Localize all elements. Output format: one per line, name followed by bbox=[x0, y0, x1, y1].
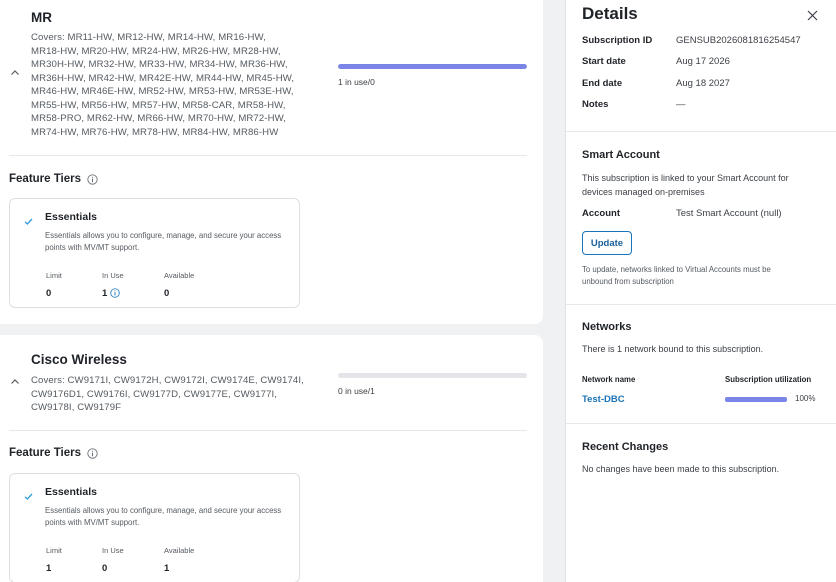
recent-changes-text: No changes have been made to this subscr… bbox=[582, 464, 780, 474]
feature-tiers-heading: Feature Tiers bbox=[9, 447, 98, 459]
divider bbox=[566, 423, 836, 424]
tier-description: Essentials allows you to configure, mana… bbox=[45, 506, 282, 527]
covers-line: CW9176D1, CW9176I, CW9177D, CW9177E, CW9… bbox=[31, 388, 278, 400]
utilization-fill bbox=[725, 397, 787, 402]
notes-label: Notes bbox=[582, 99, 609, 110]
covers-list: Covers: CW9171I, CW9172H, CW9172I, CW917… bbox=[31, 374, 304, 415]
description-line: devices managed on-premises bbox=[582, 186, 705, 197]
covers-line: CW9178I, CW9179F bbox=[31, 402, 122, 413]
subscription-products-panel: MR Covers: MR11-HW, MR12-HW, MR14-HW, MR… bbox=[0, 0, 565, 582]
recent-changes-title: Recent Changes bbox=[582, 441, 669, 453]
covers-line: MR18-HW, MR20-HW, MR24-HW, MR26-HW, MR28… bbox=[31, 45, 281, 57]
smart-account-title: Smart Account bbox=[582, 149, 660, 161]
check-icon bbox=[24, 213, 33, 225]
subscription-id-value: GENSUB2026081816254547 bbox=[676, 35, 801, 46]
tier-name: Essentials bbox=[45, 486, 97, 498]
in-use-number: 1 bbox=[102, 288, 108, 299]
feature-tiers-label: Feature Tiers bbox=[9, 173, 82, 185]
account-label: Account bbox=[582, 208, 620, 219]
usage-bar bbox=[338, 64, 527, 69]
available-value: 1 bbox=[164, 563, 170, 574]
limit-value: 1 bbox=[46, 563, 52, 574]
divider bbox=[9, 155, 527, 156]
networks-summary: There is 1 network bound to this subscri… bbox=[582, 344, 764, 354]
details-panel: Details Subscription ID GENSUB2026081816… bbox=[565, 0, 836, 582]
covers-list: Covers: MR11-HW, MR12-HW, MR14-HW, MR16-… bbox=[31, 31, 294, 139]
smart-account-description: This subscription is linked to your Smar… bbox=[582, 172, 789, 199]
usage-fill bbox=[338, 64, 527, 69]
notes-value: — bbox=[676, 99, 686, 110]
info-icon[interactable] bbox=[110, 288, 121, 299]
divider bbox=[566, 131, 836, 132]
subscription-id-label: Subscription ID bbox=[582, 35, 653, 46]
limit-label: Limit bbox=[46, 271, 62, 280]
covers-line: MR30H-HW, MR32-HW, MR33-HW, MR34-HW, MR3… bbox=[31, 59, 288, 70]
covers-line: MR46-HW, MR46E-HW, MR52-HW, MR53-HW, MR5… bbox=[31, 86, 294, 97]
chevron-up-icon[interactable] bbox=[10, 377, 20, 387]
in-use-value: 0 bbox=[102, 563, 108, 574]
networks-title: Networks bbox=[582, 321, 632, 333]
info-icon[interactable] bbox=[87, 447, 98, 459]
tier-card-essentials: Essentials Essentials allows you to conf… bbox=[9, 473, 300, 582]
end-date-value: Aug 18 2027 bbox=[676, 78, 730, 89]
feature-tiers-heading: Feature Tiers bbox=[9, 173, 98, 185]
covers-line: MR36H-HW, MR42-HW, MR42E-HW, MR44-HW, MR… bbox=[31, 72, 295, 84]
in-use-label: In Use bbox=[102, 546, 124, 555]
covers-line: Covers: MR11-HW, MR12-HW, MR14-HW, MR16-… bbox=[31, 32, 266, 43]
product-card-cisco-wireless: Cisco Wireless Covers: CW9171I, CW9172H,… bbox=[0, 335, 543, 582]
start-date-label: Start date bbox=[582, 56, 626, 67]
info-icon[interactable] bbox=[87, 173, 98, 185]
covers-line: MR74-HW, MR76-HW, MR78-HW, MR84-HW, MR86… bbox=[31, 126, 279, 138]
product-card-mr: MR Covers: MR11-HW, MR12-HW, MR14-HW, MR… bbox=[0, 0, 543, 324]
check-icon bbox=[24, 488, 33, 500]
available-label: Available bbox=[164, 271, 195, 280]
product-title: MR bbox=[31, 10, 52, 25]
utilization-text: 100% bbox=[795, 394, 816, 403]
in-use-label: In Use bbox=[102, 271, 124, 280]
covers-line: MR58-PRO, MR62-HW, MR66-HW, MR70-HW, MR7… bbox=[31, 113, 287, 124]
close-icon[interactable] bbox=[807, 8, 818, 21]
limit-label: Limit bbox=[46, 546, 62, 555]
details-title: Details bbox=[582, 4, 638, 23]
available-label: Available bbox=[164, 546, 195, 555]
usage-text: 1 in use/0 bbox=[338, 77, 375, 87]
subscription-utilization-header: Subscription utilization bbox=[725, 375, 812, 384]
divider bbox=[9, 430, 527, 431]
tier-description: Essentials allows you to configure, mana… bbox=[45, 231, 282, 252]
account-value: Test Smart Account (null) bbox=[676, 208, 782, 219]
end-date-label: End date bbox=[582, 78, 623, 89]
tier-card-essentials: Essentials Essentials allows you to conf… bbox=[9, 198, 300, 308]
divider bbox=[566, 304, 836, 305]
usage-bar bbox=[338, 373, 527, 378]
network-link[interactable]: Test-DBC bbox=[582, 394, 625, 405]
description-line: This subscription is linked to your Smar… bbox=[582, 173, 789, 183]
limit-value: 0 bbox=[46, 288, 52, 299]
product-title: Cisco Wireless bbox=[31, 352, 127, 367]
start-date-value: Aug 17 2026 bbox=[676, 56, 730, 67]
feature-tiers-label: Feature Tiers bbox=[9, 447, 82, 459]
usage-text: 0 in use/1 bbox=[338, 386, 375, 396]
utilization-bar bbox=[725, 397, 787, 402]
covers-line: Covers: CW9171I, CW9172H, CW9172I, CW917… bbox=[31, 375, 304, 386]
note-line: To update, networks linked to Virtual Ac… bbox=[582, 265, 771, 274]
network-name-header: Network name bbox=[582, 375, 636, 384]
smart-account-note: To update, networks linked to Virtual Ac… bbox=[582, 264, 822, 287]
update-button[interactable]: Update bbox=[582, 231, 632, 255]
tier-name: Essentials bbox=[45, 211, 97, 223]
note-line: unbound from subscription bbox=[582, 276, 674, 286]
in-use-value: 1 bbox=[102, 288, 121, 299]
chevron-up-icon[interactable] bbox=[10, 68, 20, 78]
covers-line: MR55-HW, MR56-HW, MR57-HW, MR58-CAR, MR5… bbox=[31, 99, 286, 111]
available-value: 0 bbox=[164, 288, 170, 299]
